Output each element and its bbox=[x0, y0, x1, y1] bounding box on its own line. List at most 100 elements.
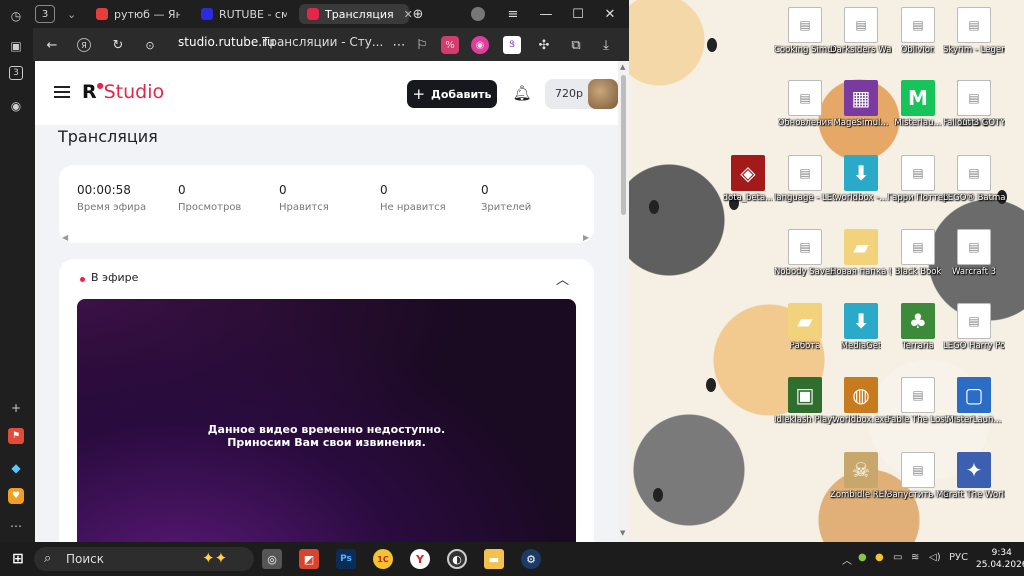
wifi-icon[interactable]: ≋ bbox=[911, 552, 919, 563]
close-window-icon[interactable]: ✕ bbox=[600, 5, 620, 23]
tab-list-chevron-icon[interactable]: ⌄ bbox=[59, 4, 84, 24]
desktop-icon[interactable]: ⬇ worldbox -... bbox=[832, 155, 890, 203]
scroll-left-icon[interactable]: ◀ bbox=[62, 233, 68, 242]
volume-icon[interactable]: ◁) bbox=[929, 552, 941, 563]
desktop-icon[interactable]: ▤ LEGO® Batman™... bbox=[943, 155, 1005, 203]
history-icon[interactable]: ◷ bbox=[6, 6, 26, 26]
taskbar-search[interactable]: ⌕ Поиск ✦✦ bbox=[34, 547, 254, 571]
yandex-icon[interactable]: Я bbox=[77, 38, 91, 52]
camera-app-icon[interactable]: ◎ bbox=[262, 549, 282, 569]
desktop-icon[interactable]: ▤ Black Book bbox=[889, 229, 947, 277]
puzzle-extension-icon[interactable]: ✣ bbox=[535, 36, 553, 54]
desktop-icon[interactable]: ◈ dota_beta... bbox=[719, 155, 777, 203]
scroll-down-icon[interactable]: ▼ bbox=[620, 529, 625, 537]
minimize-icon[interactable]: — bbox=[536, 5, 556, 23]
doc-icon: ▤ bbox=[957, 303, 991, 339]
desktop-icon[interactable]: ▤ Oblivion bbox=[889, 7, 947, 55]
extension-icon[interactable]: Ꮥ bbox=[503, 36, 521, 54]
desktop-icon[interactable]: ▣ Idleklash Playtest bbox=[774, 377, 836, 425]
notifications-bell-icon[interactable]: 🔔︎ bbox=[512, 83, 532, 103]
more-dots-icon[interactable]: ⋯ bbox=[390, 36, 408, 54]
battery-icon[interactable]: ▭ bbox=[893, 552, 902, 563]
collapse-chevron-icon[interactable]: ︿ bbox=[556, 269, 569, 288]
maximize-icon[interactable]: ☐ bbox=[568, 5, 588, 23]
bookmark-icon[interactable]: ⚐ bbox=[413, 36, 431, 54]
scrollbar-thumb[interactable] bbox=[621, 75, 626, 215]
desktop-icon[interactable]: ▤ Darksiders Warmaster... bbox=[830, 7, 892, 55]
app-icon-2[interactable]: ♥ bbox=[8, 488, 24, 504]
desktop-icon[interactable]: ▤ Обновления bbox=[776, 80, 834, 128]
desktop-icon[interactable]: ✦ Craft The World bbox=[943, 452, 1005, 500]
desktop-icon[interactable]: ♣ Terraria bbox=[889, 303, 947, 351]
desktop-icon[interactable]: M Misterlau... bbox=[889, 80, 947, 128]
url-field[interactable]: studio.rutube.ru bbox=[178, 35, 275, 49]
desktop-icon[interactable]: ▤ Fallout 3 GOTY bbox=[943, 80, 1005, 128]
desktop-icon[interactable]: ▤ Гарри Поттер и... bbox=[887, 155, 949, 203]
download-icon[interactable]: ⤓ bbox=[597, 36, 615, 54]
clock[interactable]: 9:34 25.04.2026 bbox=[976, 547, 1024, 571]
percent-extension-icon[interactable]: % bbox=[441, 36, 459, 54]
alice-icon[interactable]: ◉ bbox=[471, 36, 489, 54]
video-player[interactable]: Данное видео временно недоступно. Принос… bbox=[77, 299, 576, 542]
game-app-icon[interactable]: ◐ bbox=[447, 549, 467, 569]
language-indicator[interactable]: РУС bbox=[949, 552, 968, 563]
tab-counter[interactable]: 3 bbox=[35, 5, 55, 23]
desktop-icon[interactable]: ☠ Zombidle REMONST... bbox=[830, 452, 892, 500]
desktop-icon[interactable]: ▦ MageSimul... bbox=[832, 80, 890, 128]
stat-value: 0 bbox=[380, 183, 388, 197]
steam-icon[interactable]: ⚙ bbox=[521, 549, 541, 569]
screenshot-icon[interactable]: ◉ bbox=[6, 96, 26, 116]
scroll-up-icon[interactable]: ▲ bbox=[620, 63, 625, 71]
more-icon[interactable]: ⋯ bbox=[6, 516, 26, 536]
page-title: Трансляция bbox=[58, 127, 158, 146]
desktop-icon[interactable]: ▤ LEGO Harry Potter - Yea... bbox=[943, 303, 1005, 351]
desktop-icon[interactable]: ▰ Новая папка (5) bbox=[830, 229, 892, 277]
reload-icon[interactable]: ↻ bbox=[109, 36, 127, 54]
desktop-icon[interactable]: ▤ Nobody Saves t... bbox=[774, 229, 836, 277]
app-1c-icon[interactable]: 1С bbox=[373, 549, 393, 569]
tab-rutube[interactable]: RUTUBE - смотр bbox=[193, 4, 295, 24]
page-scrollbar[interactable]: ▲ ▼ bbox=[618, 61, 629, 542]
desktop-icon[interactable]: ⬇ MediaGet bbox=[832, 303, 890, 351]
rstudio-logo[interactable]: R●Studio bbox=[82, 81, 164, 103]
tray-app-icon-2[interactable]: ● bbox=[875, 552, 884, 563]
hamburger-menu-icon[interactable] bbox=[54, 86, 70, 98]
screenshot-extension-icon[interactable]: ⧉ bbox=[567, 36, 585, 54]
file-explorer-icon[interactable]: ▬ bbox=[484, 549, 504, 569]
tab-yandex[interactable]: рутюб — Янде bbox=[88, 4, 188, 24]
tray-app-icon[interactable]: ● bbox=[858, 552, 867, 563]
windows-start-icon[interactable]: ⊞ bbox=[8, 549, 28, 569]
profile-icon[interactable] bbox=[471, 7, 485, 21]
app-icon-1[interactable]: ⚑ bbox=[8, 428, 24, 444]
desktop-icon[interactable]: ◍ worldbox.exe bbox=[832, 377, 890, 425]
logo-r: R bbox=[82, 81, 97, 103]
desktop-icon[interactable]: ▰ Работа bbox=[776, 303, 834, 351]
add-panel-icon[interactable]: + bbox=[6, 398, 26, 418]
profile-quality-pill[interactable]: 720p bbox=[545, 79, 618, 109]
desktop-icon[interactable]: ▤ Warcraft 3 bbox=[945, 229, 1003, 277]
menu-icon[interactable]: ≡ bbox=[503, 5, 523, 23]
tab-counter-badge[interactable]: 3 bbox=[9, 66, 23, 80]
desktop-icon[interactable]: ▤ Skyrim - Legenda... bbox=[943, 7, 1005, 55]
tab-stream[interactable]: Трансляция ✕ bbox=[299, 4, 413, 24]
folder-icon: ▰ bbox=[788, 303, 822, 339]
avatar[interactable] bbox=[588, 79, 618, 109]
desktop-icon[interactable]: ▤ Fable The Lost Ch... bbox=[887, 377, 949, 425]
desktop-icon-label: worldbox -... bbox=[834, 193, 888, 203]
collections-icon[interactable]: ▣ bbox=[6, 36, 26, 56]
add-button[interactable]: + Добавить bbox=[407, 80, 497, 108]
back-icon[interactable]: ← bbox=[43, 36, 61, 54]
studio-favicon-icon bbox=[307, 8, 319, 20]
site-info-icon[interactable]: ⊙ bbox=[141, 36, 159, 54]
photoshop-icon[interactable]: Ps bbox=[336, 549, 356, 569]
desktop-icon[interactable]: ▤ Запустить Magicka bbox=[887, 452, 949, 500]
new-tab-icon[interactable]: ⊕ bbox=[408, 5, 428, 23]
photo-app-icon[interactable]: ◩ bbox=[299, 549, 319, 569]
desktop-icon[interactable]: ▢ MisterLaun... bbox=[945, 377, 1003, 425]
diamond-icon[interactable]: ◆ bbox=[6, 458, 26, 478]
desktop-icon[interactable]: ▤ language - LEGO® B... bbox=[774, 155, 836, 203]
desktop-icon[interactable]: ▤ Cooking Simulator bbox=[774, 7, 836, 55]
yandex-browser-taskbar-icon[interactable]: Y bbox=[410, 549, 430, 569]
scroll-right-icon[interactable]: ▶ bbox=[583, 233, 589, 242]
tray-expand-icon[interactable]: ︿ bbox=[842, 552, 852, 567]
